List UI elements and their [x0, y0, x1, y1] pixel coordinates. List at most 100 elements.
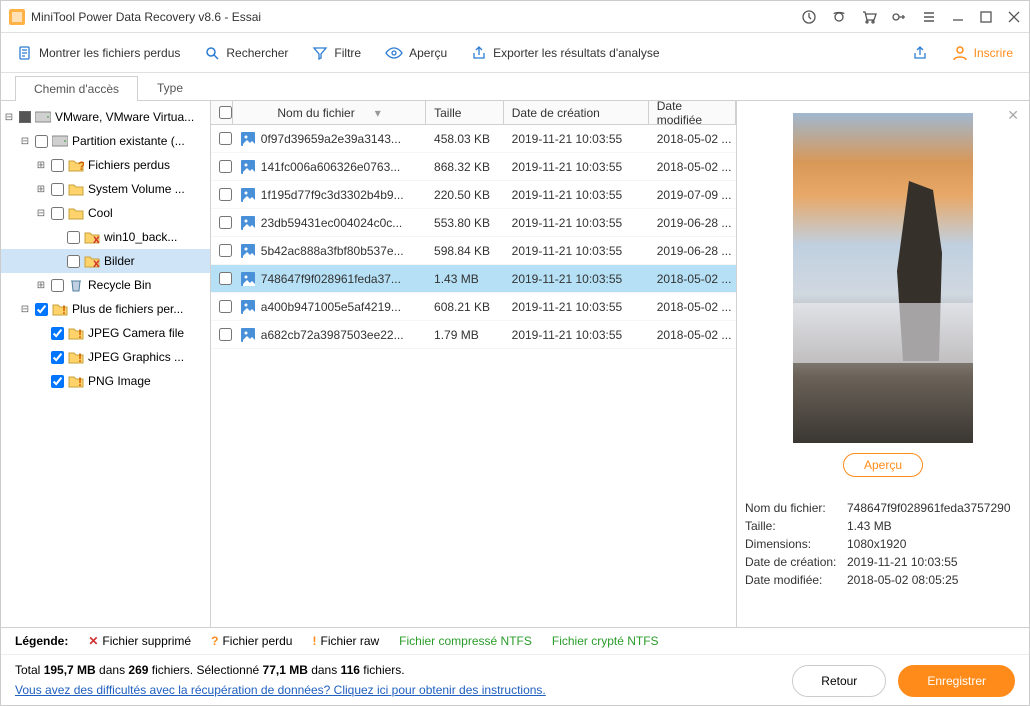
tree-toggle-icon[interactable]: ⊟ [19, 304, 31, 315]
image-file-icon [241, 328, 255, 342]
file-size: 598.84 KB [426, 244, 504, 258]
file-size: 868.32 KB [426, 160, 504, 174]
file-modified: 2018-05-02 ... [649, 300, 736, 314]
tree-checkbox[interactable] [51, 351, 64, 364]
file-checkbox[interactable] [219, 300, 232, 313]
tree-node[interactable]: ⊟ Cool [1, 201, 210, 225]
column-name[interactable]: Nom du fichier▾ [233, 101, 426, 124]
preview-button[interactable]: Aperçu [385, 45, 447, 61]
file-checkbox[interactable] [219, 244, 232, 257]
tree-toggle-icon[interactable]: ⊞ [35, 160, 47, 171]
export-icon [471, 45, 487, 61]
file-row[interactable]: 748647f9f028961feda37...1.43 MB2019-11-2… [211, 265, 736, 293]
register-button[interactable]: Inscrire [952, 45, 1013, 61]
legend-compressed: Fichier compressé NTFS [399, 634, 532, 648]
tree-checkbox[interactable] [67, 255, 80, 268]
tree-node[interactable]: ⊟VMware, VMware Virtua... [1, 105, 210, 129]
tree-checkbox[interactable] [35, 135, 48, 148]
tree-node[interactable]: xBilder [1, 249, 210, 273]
tree-toggle-icon[interactable]: ⊟ [19, 136, 31, 147]
file-row[interactable]: a400b9471005e5af4219...608.21 KB2019-11-… [211, 293, 736, 321]
footer: Total 195,7 MB dans 269 fichiers. Sélect… [1, 654, 1029, 705]
preview-open-button[interactable]: Aperçu [843, 453, 923, 477]
svg-text:x: x [93, 256, 100, 268]
toolbar: Montrer les fichiers perdus Rechercher F… [1, 33, 1029, 73]
file-row[interactable]: 23db59431ec004024c0c...553.80 KB2019-11-… [211, 209, 736, 237]
file-checkbox[interactable] [219, 160, 232, 173]
folder-tree[interactable]: ⊟VMware, VMware Virtua...⊟Partition exis… [1, 101, 211, 627]
tree-checkbox[interactable] [51, 327, 64, 340]
tree-checkbox[interactable] [35, 303, 48, 316]
tree-label: JPEG Camera file [88, 326, 184, 340]
file-row[interactable]: 141fc006a606326e0763...868.32 KB2019-11-… [211, 153, 736, 181]
help-link[interactable]: Vous avez des difficultés avec la récupé… [15, 683, 546, 697]
show-lost-files-button[interactable]: Montrer les fichiers perdus [17, 45, 180, 61]
export-button[interactable]: Exporter les résultats d'analyse [471, 45, 659, 61]
column-created[interactable]: Date de création [504, 101, 649, 124]
tree-node[interactable]: !PNG Image [1, 369, 210, 393]
file-checkbox[interactable] [219, 132, 232, 145]
tree-checkbox[interactable] [51, 375, 64, 388]
maximize-button[interactable] [979, 10, 993, 24]
svg-text:?: ? [78, 159, 84, 172]
tree-checkbox[interactable] [19, 111, 31, 123]
tree-toggle-icon[interactable]: ⊟ [3, 112, 15, 123]
preview-image [793, 113, 973, 443]
save-button[interactable]: Enregistrer [898, 665, 1015, 697]
document-icon [17, 45, 33, 61]
stats-text: Total 195,7 MB dans 269 fichiers. Sélect… [15, 663, 792, 677]
share-icon[interactable] [912, 45, 928, 61]
file-created: 2019-11-21 10:03:55 [504, 244, 649, 258]
funnel-icon [312, 45, 328, 61]
column-modified[interactable]: Date modifiée [649, 101, 736, 124]
tab-type[interactable]: Type [138, 75, 202, 100]
feedback-icon[interactable] [831, 9, 847, 25]
tree-node[interactable]: ⊞ Recycle Bin [1, 273, 210, 297]
meta-created: 2019-11-21 10:03:55 [847, 555, 1021, 569]
tree-node[interactable]: ⊟!Plus de fichiers per... [1, 297, 210, 321]
tree-node[interactable]: ⊞System Volume ... [1, 177, 210, 201]
file-list: Nom du fichier▾ Taille Date de création … [211, 101, 737, 627]
tree-checkbox[interactable] [51, 159, 64, 172]
file-row[interactable]: 1f195d77f9c3d3302b4b9...220.50 KB2019-11… [211, 181, 736, 209]
tree-node[interactable]: xwin10_back... [1, 225, 210, 249]
key-icon[interactable] [891, 9, 907, 25]
file-size: 458.03 KB [426, 132, 504, 146]
close-preview-icon[interactable]: ✕ [1007, 107, 1019, 124]
file-list-header: Nom du fichier▾ Taille Date de création … [211, 101, 736, 125]
file-checkbox[interactable] [219, 188, 232, 201]
back-button[interactable]: Retour [792, 665, 886, 697]
tree-checkbox[interactable] [51, 183, 64, 196]
file-checkbox[interactable] [219, 328, 232, 341]
svg-text:!: ! [62, 303, 66, 316]
file-row[interactable]: a682cb72a3987503ee22...1.79 MB2019-11-21… [211, 321, 736, 349]
close-button[interactable] [1007, 10, 1021, 24]
minimize-button[interactable] [951, 10, 965, 24]
file-row[interactable]: 0f97d39659a2e39a3143...458.03 KB2019-11-… [211, 125, 736, 153]
tree-node[interactable]: !JPEG Graphics ... [1, 345, 210, 369]
tree-node[interactable]: ⊞?Fichiers perdus [1, 153, 210, 177]
cart-icon[interactable] [861, 9, 877, 25]
tab-path[interactable]: Chemin d'accès [15, 76, 138, 101]
select-all-checkbox[interactable] [219, 106, 232, 119]
menu-icon[interactable] [921, 9, 937, 25]
update-icon[interactable] [801, 9, 817, 25]
legend: Légende: ✕Fichier supprimé ?Fichier perd… [1, 627, 1029, 654]
filter-button[interactable]: Filtre [312, 45, 361, 61]
tree-checkbox[interactable] [51, 207, 64, 220]
tree-node[interactable]: !JPEG Camera file [1, 321, 210, 345]
tree-toggle-icon[interactable]: ⊟ [35, 208, 47, 219]
tree-label: Recycle Bin [88, 278, 151, 292]
file-row[interactable]: 5b42ac888a3fbf80b537e...598.84 KB2019-11… [211, 237, 736, 265]
tree-toggle-icon[interactable]: ⊞ [35, 280, 47, 291]
file-checkbox[interactable] [219, 216, 232, 229]
tree-label: Cool [88, 206, 113, 220]
tree-node[interactable]: ⊟Partition existante (... [1, 129, 210, 153]
legend-label: Légende: [15, 634, 68, 648]
tree-checkbox[interactable] [67, 231, 80, 244]
column-size[interactable]: Taille [426, 101, 504, 124]
tree-checkbox[interactable] [51, 279, 64, 292]
file-checkbox[interactable] [219, 272, 232, 285]
tree-toggle-icon[interactable]: ⊞ [35, 184, 47, 195]
search-button[interactable]: Rechercher [204, 45, 288, 61]
